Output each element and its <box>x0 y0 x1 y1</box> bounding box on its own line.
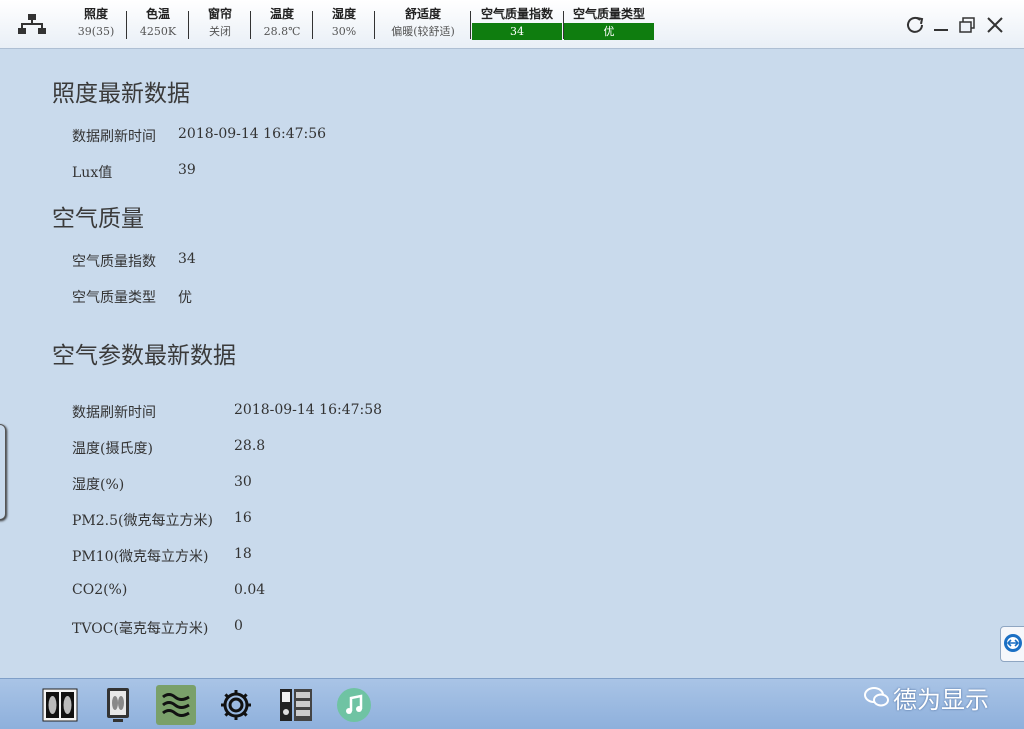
minimize-icon[interactable] <box>930 14 952 36</box>
divider <box>250 11 251 39</box>
metric-value: 4250K <box>139 25 177 38</box>
xray-icon[interactable] <box>40 685 80 725</box>
field-label: 温度(摄氏度) <box>72 441 153 457</box>
monitor-icon[interactable] <box>98 685 138 725</box>
field-label: PM10(微克每立方米) <box>72 549 209 565</box>
refresh-icon[interactable] <box>904 14 926 36</box>
field-label: 空气质量类型 <box>72 290 156 306</box>
metric-curtain: 窗帘 关闭 <box>194 6 246 42</box>
remote-icon <box>1004 634 1022 652</box>
field-value: 39 <box>178 162 196 178</box>
param-row: 数据刷新时间 2018-09-14 16:47:58 <box>72 402 432 422</box>
field-value: 2018-09-14 16:47:58 <box>234 402 383 418</box>
aqi-row: 空气质量指数 34 <box>72 251 372 271</box>
remote-control-widget[interactable] <box>1000 626 1024 662</box>
metric-value: 28.8℃ <box>263 25 301 38</box>
metric-label: 空气质量指数 <box>480 7 553 21</box>
field-value: 0 <box>234 618 243 634</box>
metric-aqi: 空气质量指数 34 <box>472 6 562 42</box>
air-quality-tab[interactable] <box>156 685 196 725</box>
metric-label: 温度 <box>269 7 294 21</box>
top-status-bar: 照度 39(35) 色温 4250K 窗帘 关闭 温度 28.8℃ 湿度 30%… <box>0 0 1024 49</box>
air-waves-icon <box>162 693 190 717</box>
field-label: 空气质量指数 <box>72 254 156 270</box>
param-row: 湿度(%) 30 <box>72 474 432 494</box>
metric-label: 窗帘 <box>207 7 232 21</box>
divider <box>470 11 471 39</box>
watermark-text: 德为显示 <box>893 686 989 714</box>
field-label: 数据刷新时间 <box>72 129 156 145</box>
metric-value: 偏暖(较舒适) <box>391 25 455 38</box>
field-label: TVOC(毫克每立方米) <box>72 621 209 637</box>
network-icon[interactable] <box>18 12 46 36</box>
field-value: 优 <box>178 290 192 306</box>
metric-value: 39(35) <box>77 25 115 38</box>
metric-value: 优 <box>564 23 654 40</box>
music-icon[interactable] <box>334 685 374 725</box>
metric-label: 湿度 <box>331 7 356 21</box>
field-label: CO2(%) <box>72 582 128 598</box>
param-row: PM2.5(微克每立方米) 16 <box>72 510 432 530</box>
field-value: 28.8 <box>234 438 266 454</box>
metric-illuminance: 照度 39(35) <box>70 6 122 42</box>
field-label: 数据刷新时间 <box>72 405 156 421</box>
field-value: 2018-09-14 16:47:56 <box>178 126 327 142</box>
metric-color-temp: 色温 4250K <box>132 6 184 42</box>
metric-value: 30% <box>331 25 357 38</box>
field-value: 18 <box>234 546 252 562</box>
field-value: 30 <box>234 474 252 490</box>
device-icon[interactable] <box>276 685 316 725</box>
metric-temperature: 温度 28.8℃ <box>256 6 308 42</box>
metric-label: 色温 <box>145 7 170 21</box>
field-value: 0.04 <box>234 582 266 598</box>
field-label: PM2.5(微克每立方米) <box>72 513 213 529</box>
restore-icon[interactable] <box>956 14 978 36</box>
metric-comfort: 舒适度 偏暖(较舒适) <box>376 6 470 42</box>
divider <box>374 11 375 39</box>
illuminance-lux-row: Lux值 39 <box>72 162 372 182</box>
close-icon[interactable] <box>984 14 1006 36</box>
metric-label: 舒适度 <box>404 7 441 21</box>
wechat-icon <box>864 687 889 707</box>
field-label: 湿度(%) <box>72 477 125 493</box>
section-title-air-quality: 空气质量 <box>52 206 144 232</box>
gear-icon[interactable] <box>216 685 256 725</box>
metric-label: 照度 <box>83 7 108 21</box>
field-value: 16 <box>234 510 252 526</box>
section-title-air-params: 空气参数最新数据 <box>52 343 236 369</box>
field-value: 34 <box>178 251 196 267</box>
side-panel-handle[interactable] <box>0 424 6 520</box>
aq-type-row: 空气质量类型 优 <box>72 287 372 307</box>
divider <box>188 11 189 39</box>
metric-aq-type: 空气质量类型 优 <box>564 6 654 42</box>
param-row: 温度(摄氏度) 28.8 <box>72 438 432 458</box>
metric-value: 关闭 <box>209 25 231 38</box>
illuminance-refresh-row: 数据刷新时间 2018-09-14 16:47:56 <box>72 126 372 146</box>
param-row: TVOC(毫克每立方米) 0 <box>72 618 432 638</box>
field-label: Lux值 <box>72 165 113 181</box>
metric-humidity: 湿度 30% <box>318 6 370 42</box>
param-row: CO2(%) 0.04 <box>72 582 432 602</box>
divider <box>312 11 313 39</box>
metric-value: 34 <box>472 23 562 40</box>
param-row: PM10(微克每立方米) 18 <box>72 546 432 566</box>
section-title-illuminance: 照度最新数据 <box>52 81 190 107</box>
metric-label: 空气质量类型 <box>572 7 645 21</box>
divider <box>126 11 127 39</box>
